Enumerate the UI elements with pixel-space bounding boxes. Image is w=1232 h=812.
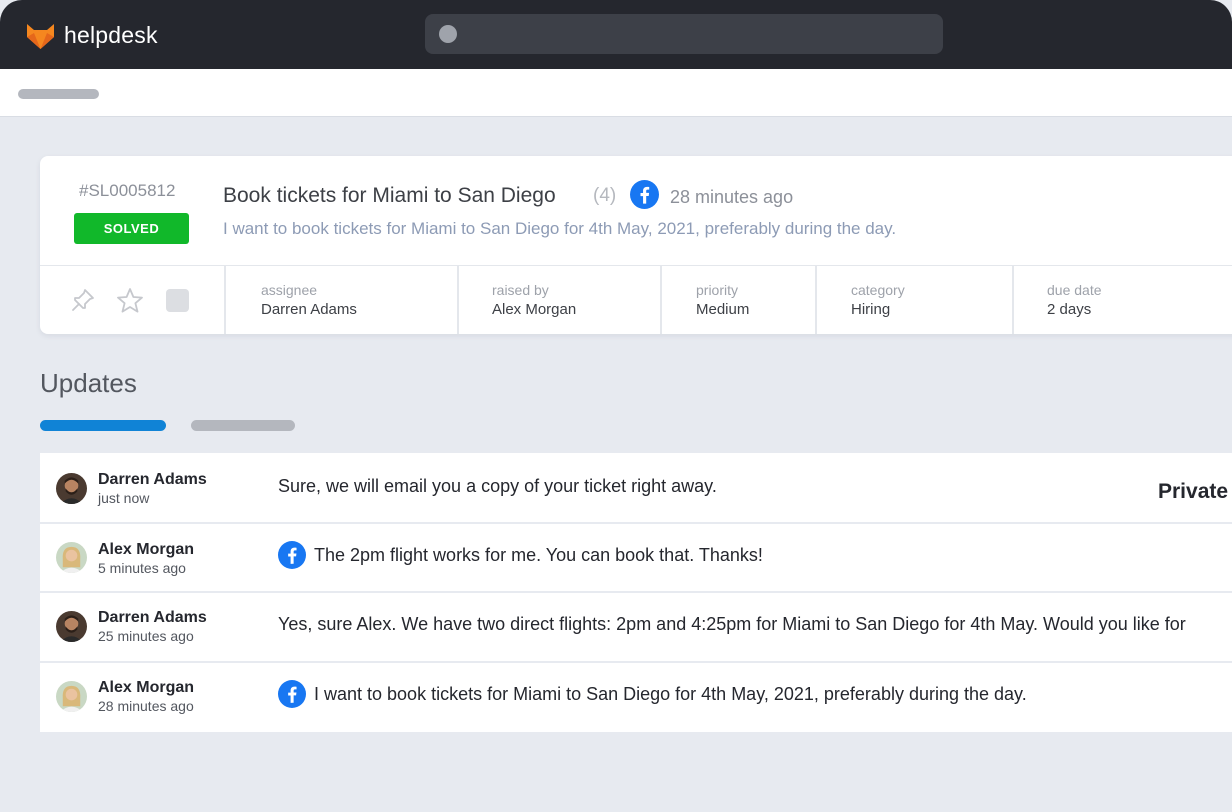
facebook-icon [630,180,659,209]
update-author: Alex Morgan [98,541,195,558]
field-label: category [851,282,905,298]
ticket-title[interactable]: Book tickets for Miami to San Diego [223,184,556,208]
field-label: raised by [492,282,549,298]
field-value: Darren Adams [261,301,357,318]
field-assignee[interactable]: assignee Darren Adams [261,282,357,318]
private-badge: Private [1158,480,1229,503]
facebook-icon [278,680,306,708]
avatar [56,681,87,712]
field-value: Alex Morgan [492,301,577,318]
update-time: 25 minutes ago [98,628,194,644]
field-divider [815,266,817,334]
update-message: Yes, sure Alex. We have two direct fligh… [278,614,1186,634]
ticket-description: I want to book tickets for Miami to San … [223,219,897,238]
field-label: due date [1047,282,1102,298]
updates-heading: Updates [40,368,137,398]
field-value: 2 days [1047,301,1092,318]
star-icon[interactable] [116,287,144,314]
update-time: 5 minutes ago [98,560,186,576]
update-author: Alex Morgan [98,679,195,696]
app-name[interactable]: helpdesk [64,22,158,49]
pin-icon[interactable] [70,287,96,313]
field-divider [1012,266,1014,334]
card-divider [40,265,1232,266]
field-raised-by[interactable]: raised by Alex Morgan [492,282,576,318]
breadcrumb-bar [0,69,1232,117]
avatar [56,542,87,573]
update-message: I want to book tickets for Miami to San … [314,684,1027,704]
update-row[interactable]: Alex Morgan 5 minutes ago The 2pm flight… [40,524,1232,591]
facebook-icon [278,541,306,569]
update-author: Darren Adams [98,471,207,488]
field-due-date[interactable]: due date 2 days [1047,282,1102,318]
field-value: Medium [696,301,750,318]
ticket-update-count: (4) [593,185,617,206]
update-message: Sure, we will email you a copy of your t… [278,476,717,496]
update-author: Darren Adams [98,609,207,626]
update-time: 28 minutes ago [98,698,194,714]
updates-list: Darren Adams just now Sure, we will emai… [40,453,1232,732]
field-label: priority [696,282,739,298]
update-row[interactable]: Darren Adams 25 minutes ago Yes, sure Al… [40,593,1232,661]
tab-inactive[interactable] [191,420,295,431]
breadcrumb-placeholder[interactable] [18,89,99,99]
update-row[interactable]: Alex Morgan 28 minutes ago I want to boo… [40,663,1232,732]
top-bar: helpdesk [0,0,1232,69]
ticket-card: #SL0005812 SOLVED Book tickets for Miami… [40,156,1232,334]
update-message: The 2pm flight works for me. You can boo… [314,545,763,565]
field-label: assignee [261,282,318,298]
search-icon [439,25,457,43]
update-time: just now [98,490,150,506]
status-badge: SOLVED [74,213,189,244]
field-priority[interactable]: priority Medium [696,282,749,318]
ticket-id: #SL0005812 [79,181,176,200]
field-divider [224,266,226,334]
field-divider [457,266,459,334]
field-value: Hiring [851,301,891,318]
ticket-time: 28 minutes ago [670,187,794,207]
tab-active[interactable] [40,420,166,431]
select-checkbox[interactable] [166,289,189,312]
avatar [56,473,87,504]
search-input[interactable] [425,14,943,54]
field-divider [660,266,662,334]
field-category[interactable]: category Hiring [851,282,905,318]
avatar [56,611,87,642]
fox-logo-icon[interactable] [27,21,54,49]
update-row[interactable]: Darren Adams just now Sure, we will emai… [40,453,1232,522]
